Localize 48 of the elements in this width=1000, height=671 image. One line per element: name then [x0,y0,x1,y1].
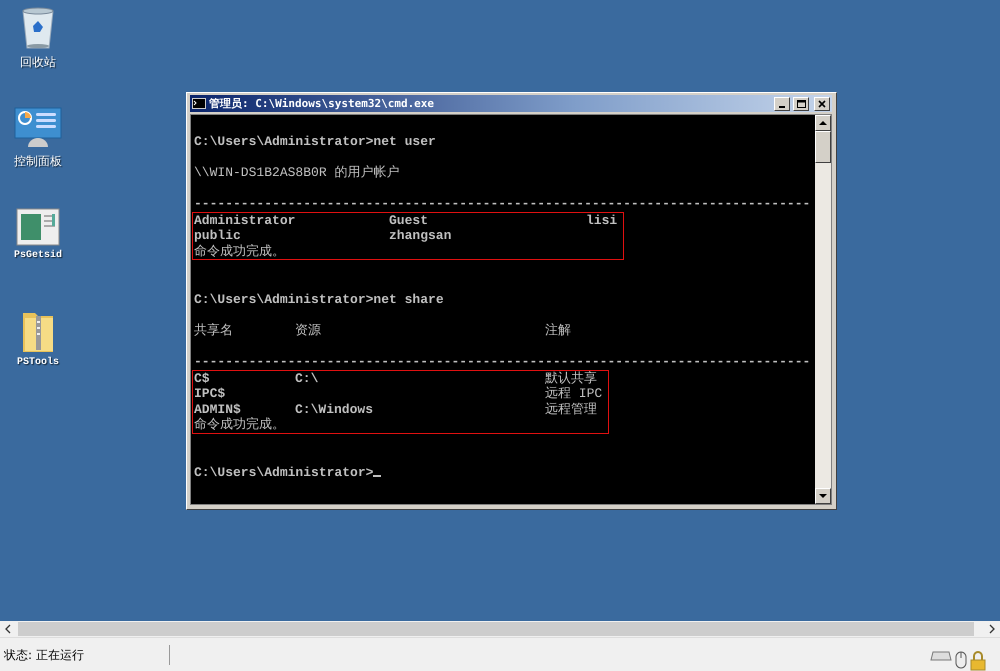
icon-label: 回收站 [20,54,56,71]
table-cell: 远程管理 [545,402,597,417]
scroll-thumb[interactable] [815,131,831,163]
table-cell: Administrator [194,212,296,228]
table-cell: 资源 [295,322,321,338]
console-line: C:\Users\Administrator>net share [194,292,444,307]
table-cell: C$ [194,370,210,386]
status-text: 状态: 正在运行 [0,644,170,664]
console-line: 命令成功完成。 [194,417,285,432]
maximize-button[interactable] [793,96,809,110]
window-title: 管理员: C:\Windows\system32\cmd.exe [209,96,436,111]
console-line: 命令成功完成。 [194,244,285,259]
table-cell: lisi [586,212,618,228]
table-cell: Guest [389,212,428,228]
icon-label: 控制面板 [14,153,62,170]
console-line: C:\Users\Administrator>net user [194,134,436,149]
table-cell: 远程 IPC [545,386,602,402]
lock-icon [970,651,986,671]
table-cell: zhangsan [389,228,452,244]
table-cell: ADMIN$ [194,402,241,417]
down-arrow-icon[interactable] [819,492,827,500]
maximize-icon [796,100,806,108]
app-window-icon[interactable] [16,208,60,246]
keyboard-icon [930,651,952,661]
table-cell: C:\ [295,370,318,386]
table-cell: public [194,228,241,244]
dashed-rule: ------------------------------------------------------------------------------- [194,354,810,369]
close-button[interactable] [814,96,830,110]
console-icon [192,98,206,109]
icon-label: PsGetsid [14,250,62,261]
vertical-scrollbar[interactable] [815,115,831,504]
console-prompt: C:\Users\Administrator> [194,465,374,480]
up-arrow-icon[interactable] [819,119,827,127]
table-cell: IPC$ [194,386,226,402]
dashed-rule: ------------------------------------------------------------------------------- [194,196,810,211]
table-cell: 默认共享 [545,370,597,386]
minimize-button[interactable] [774,96,790,110]
icon-label: PSTools [16,357,59,368]
control-panel-icon[interactable] [14,107,62,149]
scroll-thumb[interactable] [18,622,974,636]
console-line: \\WIN-DS1B2AS8B0R 的用户帐户 [194,164,400,180]
minimize-icon [779,106,785,108]
table-cell: 注解 [545,322,571,338]
recycle-bin-icon[interactable] [20,6,56,50]
table-cell: C:\Windows [295,402,374,417]
text-cursor [373,475,382,478]
close-icon [818,100,826,108]
table-cell: 共享名 [194,322,233,338]
